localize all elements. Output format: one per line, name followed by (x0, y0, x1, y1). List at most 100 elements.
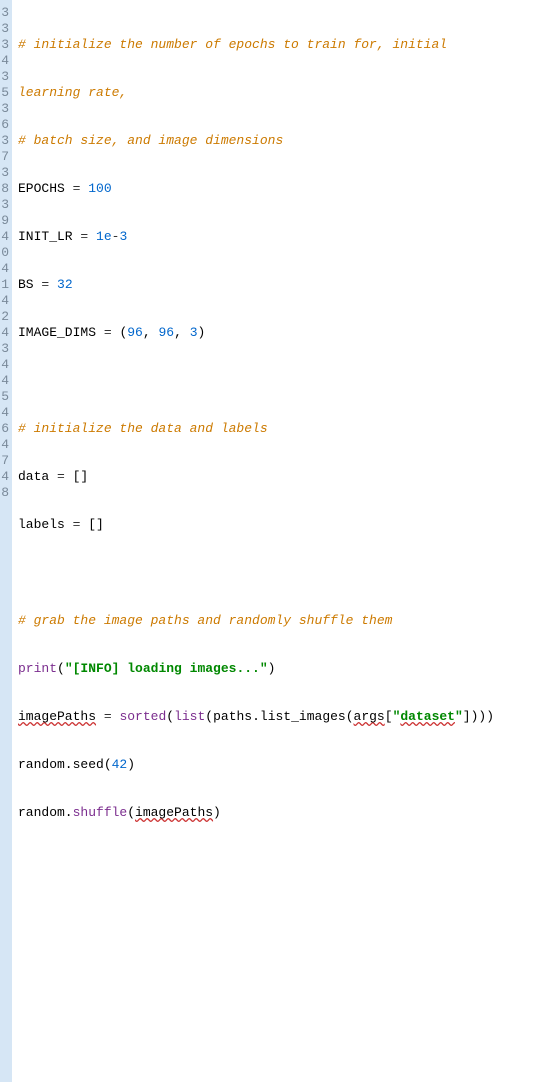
token-var: EPOCHS (18, 181, 73, 196)
code-line (18, 949, 548, 965)
token-num: 100 (80, 181, 111, 196)
code-line: INIT_LR = 1e-3 (18, 229, 548, 245)
token-paren: ) (268, 661, 276, 676)
token-num: 1e (88, 229, 111, 244)
token-method: shuffle (73, 805, 128, 820)
code-line: imagePaths = sorted(list(paths.list_imag… (18, 709, 548, 725)
line-number: 4 (0, 469, 9, 485)
line-number: 4 (0, 437, 9, 453)
token-paren: ) (127, 757, 135, 772)
line-number-gutter: 3 3 3 4 3 5 3 6 3 7 3 8 3 9 4 0 4 1 4 2 … (0, 0, 12, 1082)
code-line: # initialize the number of epochs to tra… (18, 37, 548, 53)
line-number: 4 (0, 325, 9, 341)
token-op: = (104, 709, 112, 724)
code-line: # initialize the data and labels (18, 421, 548, 437)
token-bracket: [] (80, 517, 103, 532)
token-space (96, 709, 104, 724)
line-number: 3 (0, 37, 9, 53)
code-line: random.seed(42) (18, 757, 548, 773)
token-space (112, 709, 120, 724)
comment: # batch size, and image dimensions (18, 133, 283, 148)
token-var-underlined: imagePaths (135, 805, 213, 820)
token-paren: ( (57, 661, 65, 676)
token-builtin: sorted (119, 709, 166, 724)
token-builtin: print (18, 661, 57, 676)
line-number: 8 (0, 485, 9, 501)
token-builtin: list (174, 709, 205, 724)
token-var: BS (18, 277, 41, 292)
token-paren: ( (112, 325, 128, 340)
code-line: EPOCHS = 100 (18, 181, 548, 197)
token-call: (paths.list_images( (205, 709, 353, 724)
code-line: # grab the image paths and randomly shuf… (18, 613, 548, 629)
comment: # initialize the data and labels (18, 421, 268, 436)
line-number: 6 (0, 117, 9, 133)
line-number: 3 (0, 5, 9, 21)
token-paren: ]))) (463, 709, 494, 724)
code-line (18, 565, 548, 581)
code-editor: 3 3 3 4 3 5 3 6 3 7 3 8 3 9 4 0 4 1 4 2 … (0, 0, 552, 1082)
code-line (18, 853, 548, 869)
line-number: 5 (0, 85, 9, 101)
token-num: 32 (49, 277, 72, 292)
line-number: 4 (0, 357, 9, 373)
code-line (18, 373, 548, 389)
line-number: 3 (0, 101, 9, 117)
code-line: data = [] (18, 469, 548, 485)
token-var-underlined: args (354, 709, 385, 724)
token-comma: , (143, 325, 159, 340)
line-number: 0 (0, 245, 9, 261)
comment: # initialize the number of epochs to tra… (18, 37, 447, 52)
line-number: 8 (0, 181, 9, 197)
code-area[interactable]: # initialize the number of epochs to tra… (12, 0, 552, 1082)
line-number: 3 (0, 165, 9, 181)
line-number: 2 (0, 309, 9, 325)
line-number: 7 (0, 149, 9, 165)
line-number: 4 (0, 261, 9, 277)
line-number: 4 (0, 405, 9, 421)
line-number: 3 (0, 133, 9, 149)
code-line (18, 901, 548, 917)
comment: # grab the image paths and randomly shuf… (18, 613, 392, 628)
line-number: 5 (0, 389, 9, 405)
token-var: labels (18, 517, 73, 532)
token-call: random.seed( (18, 757, 112, 772)
token-bracket: [ (385, 709, 393, 724)
code-line: print("[INFO] loading images...") (18, 661, 548, 677)
code-line (18, 1045, 548, 1061)
token-string: "[INFO] loading images..." (65, 661, 268, 676)
code-line: learning rate, (18, 85, 548, 101)
token-paren: ) (213, 805, 221, 820)
token-module: random. (18, 805, 73, 820)
token-op: = (104, 325, 112, 340)
line-number: 1 (0, 277, 9, 293)
token-op: = (57, 469, 65, 484)
line-number: 9 (0, 213, 9, 229)
token-num: 42 (112, 757, 128, 772)
line-number: 3 (0, 69, 9, 85)
token-num: 96 (127, 325, 143, 340)
line-number: 4 (0, 229, 9, 245)
comment: learning rate, (18, 85, 127, 100)
line-number: 3 (0, 341, 9, 357)
token-paren: ( (166, 709, 174, 724)
code-line: labels = [] (18, 517, 548, 533)
token-string-underlined: dataset (400, 709, 455, 724)
token-string: " (455, 709, 463, 724)
line-number: 6 (0, 421, 9, 437)
token-num: 3 (190, 325, 198, 340)
token-paren: ) (198, 325, 206, 340)
line-number: 3 (0, 21, 9, 37)
token-comma: , (174, 325, 190, 340)
line-number: 4 (0, 53, 9, 69)
line-number: 7 (0, 453, 9, 469)
token-string: " (393, 709, 401, 724)
token-var-underlined: imagePaths (18, 709, 96, 724)
token-num: 3 (119, 229, 127, 244)
code-line: random.shuffle(imagePaths) (18, 805, 548, 821)
token-bracket: [] (65, 469, 88, 484)
token-var: IMAGE_DIMS (18, 325, 104, 340)
token-var: INIT_LR (18, 229, 80, 244)
token-var: data (18, 469, 57, 484)
line-number: 3 (0, 197, 9, 213)
